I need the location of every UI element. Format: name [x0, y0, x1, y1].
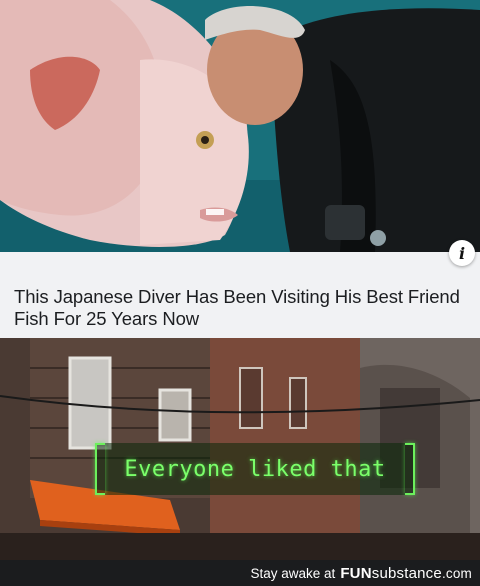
diver-fish-photo	[0, 0, 480, 252]
diver-fish-illustration	[0, 0, 480, 252]
brand-fun: FUN	[340, 564, 372, 582]
funsubstance-logo[interactable]: FUNsubstance.com	[340, 565, 472, 582]
game-street-photo: Everyone liked that	[0, 338, 480, 560]
game-notification: Everyone liked that	[95, 443, 415, 495]
footer-tagline: Stay awake at	[250, 565, 336, 581]
headline-band: This Japanese Diver Has Been Visiting Hi…	[0, 252, 480, 338]
info-icon[interactable]: i	[449, 240, 475, 266]
brand-sub: substance	[371, 564, 442, 582]
caption-bracket-left	[95, 443, 105, 495]
game-caption-text: Everyone liked that	[124, 456, 386, 482]
caption-bracket-right	[405, 443, 415, 495]
headline-text[interactable]: This Japanese Diver Has Been Visiting Hi…	[14, 286, 466, 330]
watermark-footer[interactable]: Stay awake at FUNsubstance.com	[0, 560, 480, 586]
brand-tld: .com	[441, 565, 472, 581]
